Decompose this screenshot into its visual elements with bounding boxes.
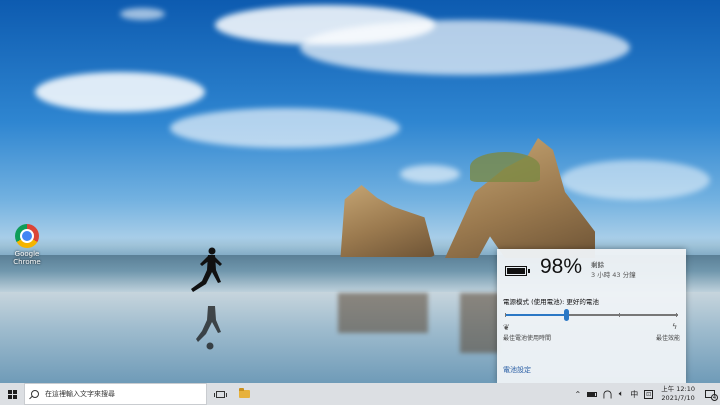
notification-count-badge: 4 xyxy=(711,394,718,401)
battery-icon xyxy=(587,391,598,397)
wifi-icon xyxy=(603,389,612,399)
slider-tick xyxy=(505,313,506,317)
wallpaper-runner xyxy=(191,247,222,350)
wallpaper-cloud xyxy=(400,165,460,183)
clock-time: 上午 12:10 xyxy=(661,385,695,393)
slider-tick xyxy=(619,313,621,317)
leaf-icon: ❦ xyxy=(503,323,510,332)
desktop-icon-label: Google Chrome xyxy=(13,250,41,266)
desktop-icon-chrome[interactable]: Google Chrome xyxy=(6,224,48,266)
battery-remaining-label: 剩餘 xyxy=(591,261,604,269)
wallpaper-rock-grass xyxy=(470,152,540,182)
taskbar: 在這裡輸入文字來搜尋 ⌃ 🔈︎ 中 ⊡ 上午 12:10 2021/7/10 4 xyxy=(0,383,720,405)
battery-remaining-time: 3 小時 43 分鐘 xyxy=(591,271,636,279)
wallpaper-cloud xyxy=(300,20,630,75)
taskbar-search-box[interactable]: 在這裡輸入文字來搜尋 xyxy=(24,383,207,405)
wallpaper-cloud xyxy=(170,108,400,148)
wallpaper-reflection xyxy=(460,293,500,353)
wallpaper-reflection xyxy=(338,293,428,333)
tray-volume-button[interactable]: 🔈︎ xyxy=(615,383,627,405)
notification-icon: 4 xyxy=(705,390,718,401)
show-hidden-icons-button[interactable]: ⌃ xyxy=(571,383,584,405)
slider-left-label: 最佳電池使用時間 xyxy=(503,335,552,342)
tray-network-button[interactable] xyxy=(600,383,615,405)
action-center-button[interactable]: 4 xyxy=(700,383,720,405)
power-mode-label: 電源模式 (使用電池): 更好的電池 xyxy=(503,298,599,306)
tray-ime-options-button[interactable]: ⊡ xyxy=(641,383,656,405)
battery-flyout: 98% 剩餘 3 小時 43 分鐘 電源模式 (使用電池): 更好的電池 ❦ ϟ… xyxy=(497,249,686,383)
search-placeholder: 在這裡輸入文字來搜尋 xyxy=(45,390,115,398)
task-view-button[interactable] xyxy=(208,383,232,405)
clock-date: 2021/7/10 xyxy=(661,394,695,402)
battery-settings-link[interactable]: 電池設定 xyxy=(503,365,531,375)
wallpaper-cloud xyxy=(560,160,710,200)
ime-mode-label: 中 xyxy=(630,389,639,399)
slider-tick xyxy=(676,313,678,317)
wallpaper-rock-left xyxy=(340,185,435,257)
slider-right-label: 最佳效能 xyxy=(655,335,680,342)
tray-ime-mode-button[interactable]: 中 xyxy=(627,383,641,405)
battery-icon xyxy=(505,266,530,276)
battery-percent: 98% xyxy=(540,255,583,278)
ime-options-icon: ⊡ xyxy=(644,389,654,399)
start-button[interactable] xyxy=(0,383,24,405)
task-view-icon xyxy=(213,390,227,398)
wallpaper-cloud xyxy=(35,72,205,112)
chevron-up-icon: ⌃ xyxy=(574,389,582,399)
power-mode-slider-thumb[interactable] xyxy=(563,309,569,321)
chrome-icon xyxy=(15,224,39,248)
taskbar-clock[interactable]: 上午 12:10 2021/7/10 xyxy=(656,385,700,403)
search-icon xyxy=(31,390,39,398)
wallpaper-cloud xyxy=(120,8,165,20)
battery-level-fill xyxy=(507,268,525,274)
file-explorer-button[interactable] xyxy=(232,383,256,405)
speaker-icon: 🔈︎ xyxy=(618,389,624,398)
power-mode-slider-fill xyxy=(505,314,566,316)
windows-logo-icon xyxy=(7,389,17,399)
power-mode-slider[interactable] xyxy=(505,309,678,321)
system-tray: ⌃ 🔈︎ 中 ⊡ 上午 12:10 2021/7/10 4 xyxy=(571,383,720,405)
folder-icon xyxy=(238,388,250,398)
tray-battery-button[interactable] xyxy=(584,383,600,405)
lightning-icon: ϟ xyxy=(672,322,678,331)
